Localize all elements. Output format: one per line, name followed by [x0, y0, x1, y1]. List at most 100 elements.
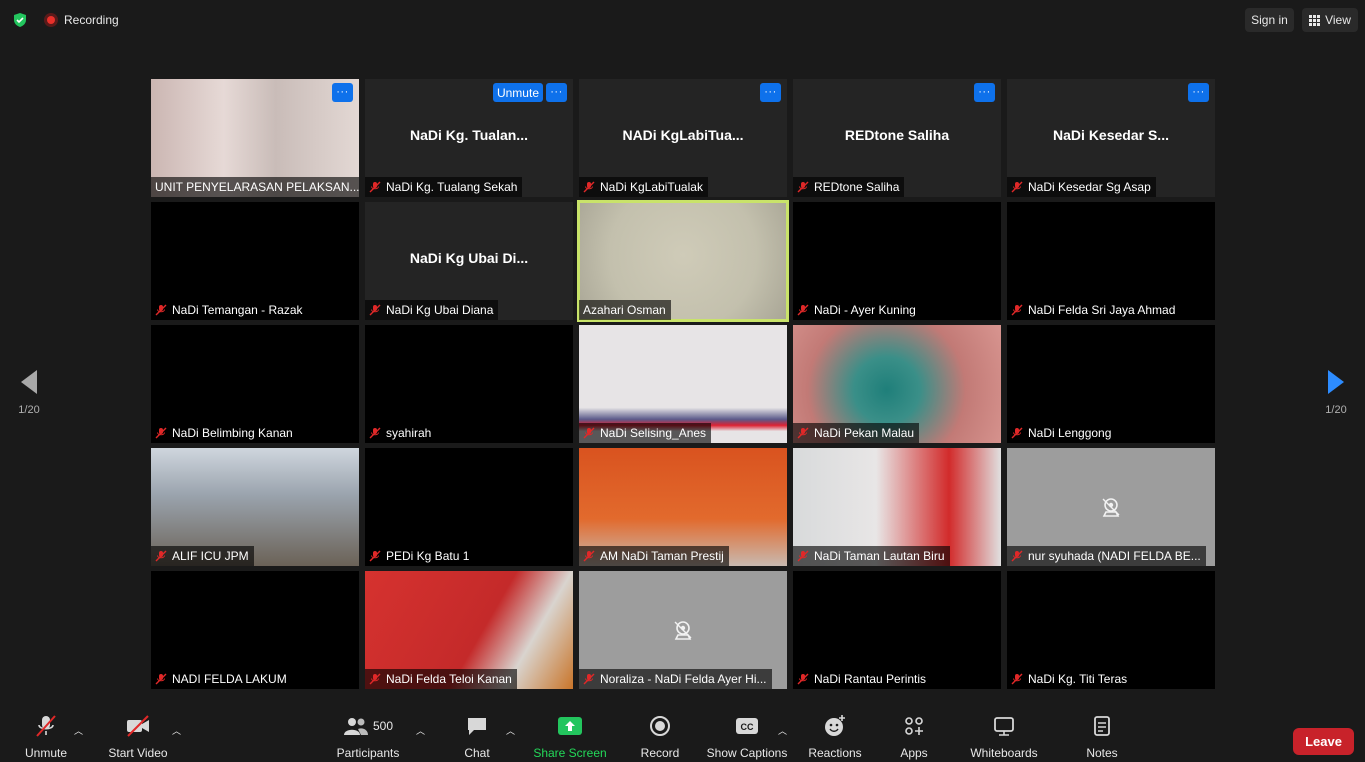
participant-name-label: ALIF ICU JPM: [151, 546, 254, 566]
participant-tile[interactable]: NADi KgLabiTua... ··· NaDi KgLabiTualak: [579, 79, 787, 197]
more-options-button[interactable]: ···: [760, 83, 781, 102]
participant-name-label: nur syuhada (NADI FELDA BE...: [1007, 546, 1206, 566]
recording-label: Recording: [64, 13, 119, 27]
participants-icon: [343, 718, 368, 735]
microphone-muted-icon: [369, 427, 381, 439]
chat-caret-icon[interactable]: ︿: [506, 724, 515, 737]
participant-tile[interactable]: ··· UNIT PENYELARASAN PELAKSAN...: [151, 79, 359, 197]
participant-name: REDtone Saliha: [814, 180, 900, 194]
microphone-muted-icon: [797, 673, 809, 685]
show-captions-button[interactable]: CC Show Captions: [706, 712, 788, 762]
microphone-muted-icon: [583, 427, 595, 439]
whiteboards-button[interactable]: Whiteboards: [968, 712, 1040, 762]
participant-name-label: NaDi - Ayer Kuning: [793, 300, 921, 320]
captions-caret-icon[interactable]: ︿: [778, 724, 787, 737]
microphone-muted-icon: [1011, 427, 1023, 439]
participant-name: NaDi Felda Sri Jaya Ahmad: [1028, 303, 1176, 317]
leave-button[interactable]: Leave: [1293, 728, 1354, 755]
participant-name-label: NaDi Lenggong: [1007, 423, 1117, 443]
participant-tile[interactable]: NaDi Felda Teloi Kanan: [365, 571, 573, 689]
apps-button[interactable]: Apps: [896, 712, 932, 762]
participant-tile[interactable]: NaDi Taman Lautan Biru: [793, 448, 1001, 566]
ask-to-unmute-button[interactable]: Unmute: [492, 83, 543, 102]
chat-button[interactable]: Chat: [458, 712, 496, 762]
participant-name-label: NaDi Felda Teloi Kanan: [365, 669, 517, 689]
microphone-muted-icon: [369, 181, 381, 193]
participant-tile[interactable]: ALIF ICU JPM: [151, 448, 359, 566]
participant-tile[interactable]: NaDi Temangan - Razak: [151, 202, 359, 320]
microphone-muted-icon: [797, 550, 809, 562]
record-button[interactable]: Record: [638, 712, 682, 762]
participant-tile[interactable]: NaDi Lenggong: [1007, 325, 1215, 443]
participant-tile[interactable]: NaDi - Ayer Kuning: [793, 202, 1001, 320]
participant-tile[interactable]: Azahari Osman: [577, 200, 789, 322]
participant-name: NaDi Lenggong: [1028, 426, 1112, 440]
participant-name-label: syahirah: [365, 423, 437, 443]
participant-name: NaDi Temangan - Razak: [172, 303, 303, 317]
participant-name-label: Azahari Osman: [579, 300, 671, 320]
participant-name: NaDi Rantau Perintis: [814, 672, 927, 686]
participant-tile[interactable]: AM NaDi Taman Prestij: [579, 448, 787, 566]
microphone-muted-icon: [1011, 181, 1023, 193]
participant-tile[interactable]: NaDi Kg Ubai Di... NaDi Kg Ubai Diana: [365, 202, 573, 320]
participant-name: NaDi Kg Ubai Diana: [386, 303, 494, 317]
reactions-button[interactable]: Reactions: [806, 712, 864, 762]
participant-tile[interactable]: NaDi Felda Sri Jaya Ahmad: [1007, 202, 1215, 320]
participants-caret-icon[interactable]: ︿: [416, 724, 425, 737]
participant-tile[interactable]: nur syuhada (NADI FELDA BE...: [1007, 448, 1215, 566]
record-icon: [649, 712, 671, 740]
participant-name-label: NaDi Pekan Malau: [793, 423, 920, 443]
next-page-button[interactable]: 1/20: [1321, 368, 1351, 428]
participant-tile[interactable]: NaDi Belimbing Kanan: [151, 325, 359, 443]
participant-tile[interactable]: NaDi Kg. Tualan... ··· Unmute NaDi Kg. Tual…: [365, 79, 573, 197]
notes-button[interactable]: Notes: [1082, 712, 1122, 762]
participant-name-label: NaDi Selising_Anes: [579, 423, 712, 443]
participant-name: NaDi Belimbing Kanan: [172, 426, 293, 440]
sign-in-button[interactable]: Sign in: [1245, 8, 1294, 32]
participant-tile[interactable]: Noraliza - NaDi Felda Ayer Hi...: [579, 571, 787, 689]
participant-name: NaDi Felda Teloi Kanan: [386, 672, 512, 686]
more-options-button[interactable]: ···: [974, 83, 995, 102]
participant-tile[interactable]: NaDi Rantau Perintis: [793, 571, 1001, 689]
more-options-button[interactable]: ···: [546, 83, 567, 102]
participant-name: NaDi KgLabiTualak: [600, 180, 703, 194]
participant-tile[interactable]: NaDi Kg. Titi Teras: [1007, 571, 1215, 689]
participant-tile[interactable]: NADI FELDA LAKUM: [151, 571, 359, 689]
participant-tile[interactable]: NaDi Selising_Anes: [579, 325, 787, 443]
participant-name-label: Noraliza - NaDi Felda Ayer Hi...: [579, 669, 772, 689]
video-camera-off-icon: [124, 712, 152, 740]
participant-tile[interactable]: NaDi Kesedar S... ··· NaDi Kesedar Sg Asap: [1007, 79, 1215, 197]
smiley-plus-icon: [823, 712, 847, 740]
participants-icon-group: 500: [343, 712, 393, 740]
more-options-button[interactable]: ···: [332, 83, 353, 102]
participant-name-label: PEDi Kg Batu 1: [365, 546, 475, 566]
microphone-muted-icon: [797, 427, 809, 439]
participant-display-name: NADi KgLabiTua...: [622, 127, 744, 143]
audio-options-caret-icon[interactable]: ︿: [74, 724, 83, 737]
participant-name-label: REDtone Saliha: [793, 177, 905, 197]
participants-button[interactable]: 500 Participants: [334, 712, 402, 762]
start-video-button[interactable]: Start Video: [106, 712, 170, 762]
more-options-button[interactable]: ···: [1188, 83, 1209, 102]
participant-tile[interactable]: REDtone Saliha ··· REDtone Saliha: [793, 79, 1001, 197]
participant-tile[interactable]: PEDi Kg Batu 1: [365, 448, 573, 566]
microphone-muted-icon: [583, 550, 595, 562]
participant-name-label: NaDi KgLabiTualak: [579, 177, 708, 197]
participant-name: NADI FELDA LAKUM: [172, 672, 287, 686]
unmute-button[interactable]: Unmute: [20, 712, 72, 762]
microphone-muted-icon: [155, 673, 167, 685]
share-screen-button[interactable]: Share Screen: [533, 712, 607, 762]
view-button[interactable]: View: [1302, 8, 1358, 32]
microphone-muted-icon: [155, 304, 167, 316]
participant-tile[interactable]: NaDi Pekan Malau: [793, 325, 1001, 443]
microphone-muted-icon: [369, 550, 381, 562]
participant-name-label: NaDi Felda Sri Jaya Ahmad: [1007, 300, 1181, 320]
previous-page-button[interactable]: 1/20: [14, 368, 44, 428]
recording-indicator[interactable]: Recording: [40, 9, 123, 31]
participant-tile[interactable]: syahirah: [365, 325, 573, 443]
video-options-caret-icon[interactable]: ︿: [172, 724, 181, 737]
participant-name-label: NaDi Kg. Titi Teras: [1007, 669, 1133, 689]
microphone-muted-icon: [583, 673, 595, 685]
shield-icon[interactable]: [12, 12, 28, 28]
closed-captions-icon: CC: [734, 712, 760, 740]
